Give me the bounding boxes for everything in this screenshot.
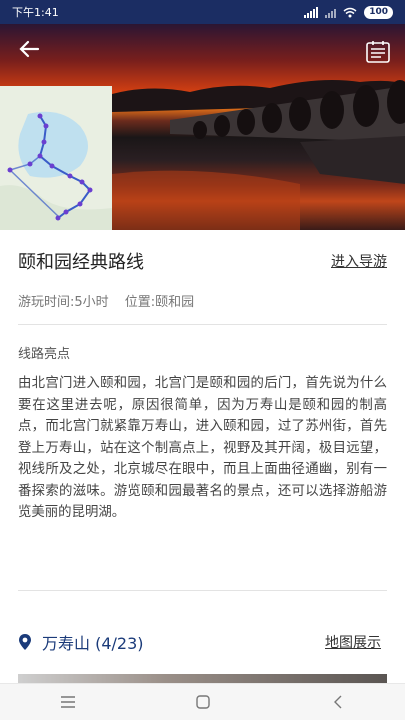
status-bar: 下午1:41 100 [0, 0, 405, 24]
enter-guide-link[interactable]: 进入导游 [331, 251, 387, 271]
hero-image [0, 24, 405, 230]
divider [18, 324, 387, 325]
battery-icon: 100 [364, 5, 393, 19]
home-button[interactable] [183, 688, 223, 716]
stop-name: 万寿山 (4/23) [42, 634, 144, 653]
play-time: 游玩时间:5小时 [18, 295, 109, 310]
highlights-text: 由北宫门进入颐和园，北宫门是颐和园的后门，首先说为什么要在这里进去呢，原因很简单… [18, 376, 387, 520]
current-stop-row[interactable]: 万寿山 (4/23) 地图展示 [18, 630, 381, 654]
status-icons: 100 [304, 5, 393, 19]
map-view-link[interactable]: 地图展示 [325, 632, 381, 652]
divider [18, 590, 387, 591]
system-back-button[interactable] [318, 688, 358, 716]
route-title: 颐和园经典路线 [18, 252, 144, 273]
wifi-icon [343, 7, 357, 17]
map-image [0, 86, 112, 230]
stop-info: 万寿山 (4/23) [18, 630, 144, 654]
list-icon [366, 41, 390, 63]
route-meta: 游玩时间:5小时 位置:颐和园 [18, 291, 206, 310]
signal-secondary-icon [325, 7, 337, 18]
status-time: 下午1:41 [12, 6, 59, 19]
home-icon [195, 695, 210, 709]
route-title-row: 颐和园经典路线 进入导游 [18, 248, 387, 274]
system-nav-bar [0, 683, 405, 720]
menu-icon [60, 696, 75, 708]
signal-icon [304, 6, 319, 18]
location-pin-icon [19, 634, 31, 650]
highlights-label: 线路亮点 [18, 347, 71, 362]
arrow-left-icon [19, 40, 40, 58]
route-map-thumbnail[interactable] [0, 86, 112, 230]
menu-button[interactable] [48, 688, 88, 716]
route-list-button[interactable] [365, 40, 391, 64]
location-text: 位置:颐和园 [124, 295, 195, 310]
back-icon [333, 695, 341, 709]
back-button[interactable] [18, 38, 48, 68]
